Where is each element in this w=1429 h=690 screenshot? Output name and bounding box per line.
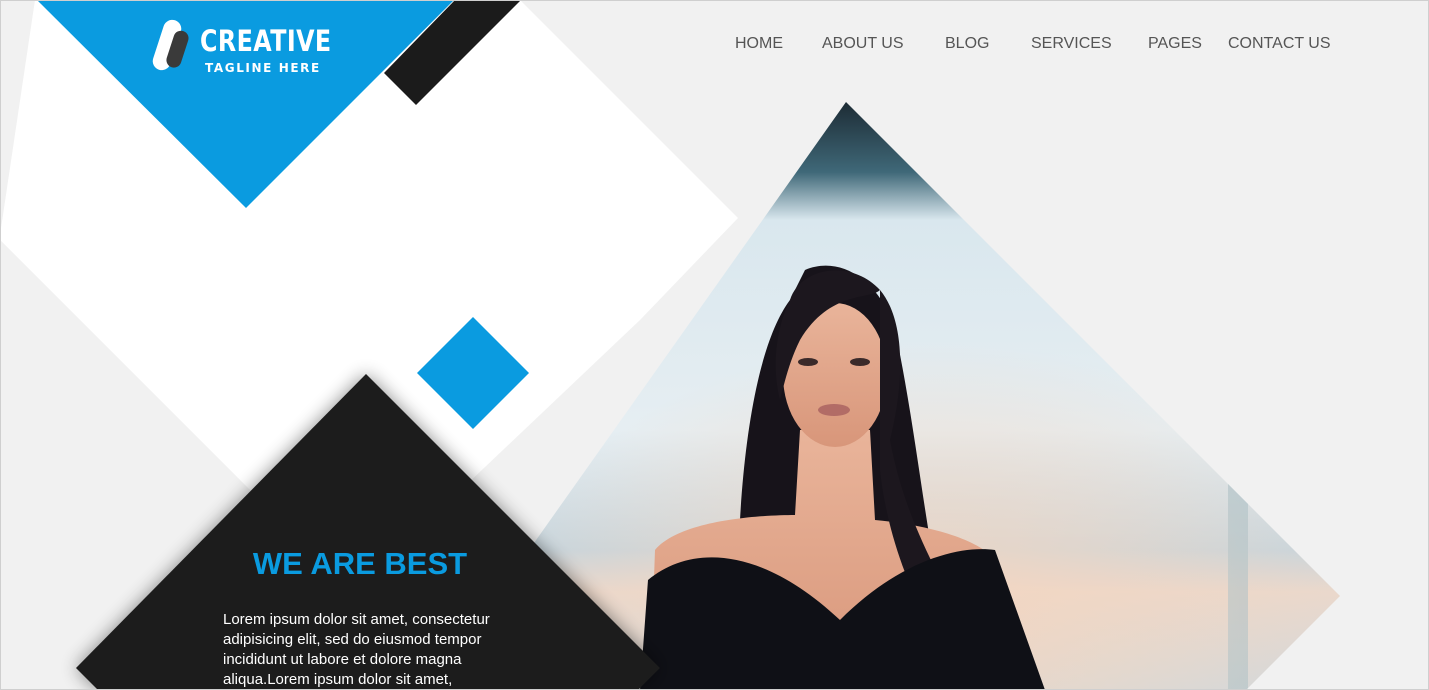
- main-navigation: HOME ABOUT US BLOG SERVICES PAGES CONTAC…: [0, 34, 1429, 56]
- nav-pages[interactable]: PAGES: [1148, 34, 1202, 54]
- nav-contact-us[interactable]: CONTACT US: [1228, 34, 1331, 54]
- landing-page: CREATIVE TAGLINE HERE HOME ABOUT US BLOG…: [0, 0, 1429, 690]
- brand-tagline: TAGLINE HERE: [205, 61, 321, 75]
- background-graphics: [0, 0, 1429, 690]
- nav-services[interactable]: SERVICES: [1031, 34, 1112, 54]
- nav-home[interactable]: HOME: [735, 34, 783, 54]
- nav-blog[interactable]: BLOG: [945, 34, 989, 54]
- hero-title: WE ARE BEST: [252, 546, 468, 581]
- hero-description: Lorem ipsum dolor sit amet, consectetur …: [223, 611, 490, 688]
- nav-about-us[interactable]: ABOUT US: [822, 34, 904, 54]
